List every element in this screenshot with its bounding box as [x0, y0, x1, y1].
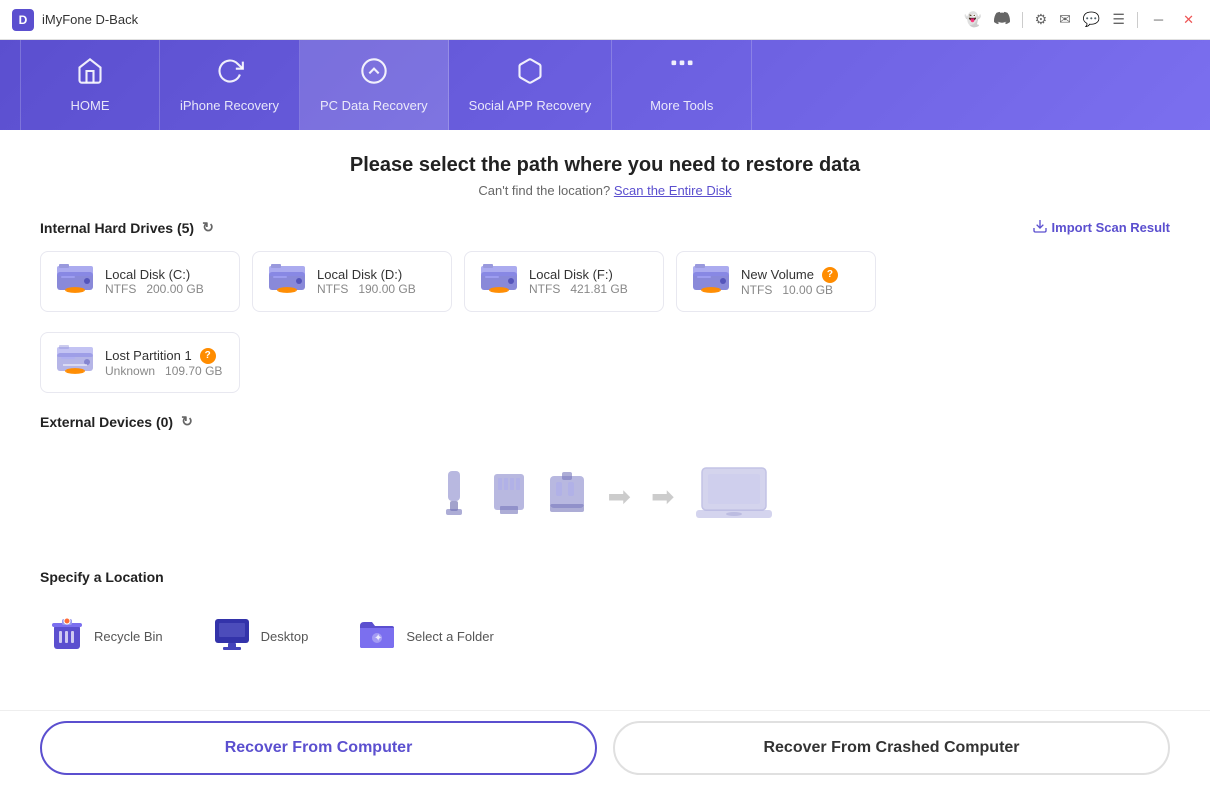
lost-partition-icon-wrap	[55, 343, 95, 382]
drive-lost-partition[interactable]: Lost Partition 1 ? Unknown 109.70 GB	[40, 332, 240, 393]
drive-new-volume[interactable]: New Volume ? NTFS 10.00 GB	[676, 251, 876, 312]
ghost-icon[interactable]: 👻	[964, 11, 981, 28]
drive-d-name: Local Disk (D:)	[317, 267, 416, 282]
recycle-bin-item[interactable]: Recycle Bin	[40, 609, 173, 664]
internal-drives-label: Internal Hard Drives (5)	[40, 220, 194, 236]
nav-social-label: Social APP Recovery	[469, 98, 592, 113]
lost-partition-details: Unknown 109.70 GB	[105, 364, 222, 378]
usb-icon	[436, 469, 472, 524]
nav-iphone[interactable]: iPhone Recovery	[160, 40, 300, 130]
nav-pc-label: PC Data Recovery	[320, 98, 428, 113]
discord-icon[interactable]	[994, 10, 1010, 29]
scan-entire-disk-link[interactable]: Scan the Entire Disk	[614, 183, 732, 198]
drive-f-details: NTFS 421.81 GB	[529, 282, 628, 296]
drive-c-name: Local Disk (C:)	[105, 267, 204, 282]
drive-f-icon-wrap	[479, 262, 519, 301]
nav-home[interactable]: HOME	[20, 40, 160, 130]
location-section: Specify a Location Recycle Bin	[40, 569, 1170, 674]
minimize-button[interactable]: ─	[1150, 10, 1167, 29]
navbar: HOME iPhone Recovery PC Data Recovery So…	[0, 40, 1210, 130]
import-scan-button[interactable]: Import Scan Result	[1032, 218, 1170, 237]
drive-nv-details: NTFS 10.00 GB	[741, 283, 838, 297]
iphone-nav-icon	[216, 57, 244, 92]
location-label: Specify a Location	[40, 569, 164, 585]
import-scan-label: Import Scan Result	[1052, 220, 1170, 235]
location-header: Specify a Location	[40, 569, 1170, 585]
recycle-bin-icon	[50, 615, 84, 658]
page-subtitle: Can't find the location? Scan the Entire…	[40, 183, 1170, 198]
svg-text:✦: ✦	[374, 633, 382, 644]
drive-c-icon-wrap	[55, 262, 95, 301]
external-devices-header: External Devices (0) ↻	[40, 413, 1170, 430]
recycle-bin-label: Recycle Bin	[94, 629, 163, 644]
menu-icon[interactable]: ☰	[1112, 11, 1125, 28]
external-devices-section: External Devices (0) ↻	[40, 413, 1170, 549]
usb-drive-icon	[546, 470, 588, 523]
titlebar-separator2	[1137, 12, 1138, 28]
drive-nv-info: New Volume ? NTFS 10.00 GB	[741, 267, 838, 297]
location-grid: Recycle Bin Desktop	[40, 599, 1170, 674]
drive-c-details: NTFS 200.00 GB	[105, 282, 204, 296]
drives-grid: Local Disk (C:) NTFS 200.00 GB Local Dis…	[40, 251, 1170, 312]
drive-f[interactable]: Local Disk (F:) NTFS 421.81 GB	[464, 251, 664, 312]
drive-c[interactable]: Local Disk (C:) NTFS 200.00 GB	[40, 251, 240, 312]
desktop-item[interactable]: Desktop	[203, 611, 319, 662]
empty-external-area: ➡ ➡	[40, 444, 1170, 549]
refresh-internal-icon[interactable]: ↻	[202, 219, 214, 236]
nav-pc[interactable]: PC Data Recovery	[300, 40, 449, 130]
select-folder-label: Select a Folder	[406, 629, 493, 644]
lost-partition-info: Lost Partition 1 ? Unknown 109.70 GB	[105, 348, 222, 378]
nav-social[interactable]: Social APP Recovery	[449, 40, 613, 130]
nav-home-label: HOME	[71, 98, 110, 113]
arrow-icon-1: ➡	[608, 480, 631, 513]
drive-f-info: Local Disk (F:) NTFS 421.81 GB	[529, 267, 628, 296]
titlebar-controls: 👻 ⚙ ✉ 💬 ☰ ─ ✕	[964, 10, 1198, 30]
recover-crashed-button[interactable]: Recover From Crashed Computer	[613, 721, 1170, 775]
mail-icon[interactable]: ✉	[1059, 11, 1071, 28]
refresh-external-icon[interactable]: ↻	[181, 413, 193, 430]
pc-nav-icon	[360, 57, 388, 92]
drive-c-info: Local Disk (C:) NTFS 200.00 GB	[105, 267, 204, 296]
nav-more-label: More Tools	[650, 98, 713, 113]
laptop-icon	[694, 464, 774, 529]
nav-iphone-label: iPhone Recovery	[180, 98, 279, 113]
folder-icon: ✦	[358, 618, 396, 655]
drive-f-name: Local Disk (F:)	[529, 267, 628, 282]
titlebar-separator	[1022, 12, 1023, 28]
internal-drives-header: Internal Hard Drives (5) ↻ Import Scan R…	[40, 218, 1170, 237]
arrow-icon-2: ➡	[651, 480, 674, 513]
drive-nv-name: New Volume ?	[741, 267, 838, 283]
settings-icon[interactable]: ⚙	[1035, 11, 1048, 28]
titlebar: D iMyFone D-Back 👻 ⚙ ✉ 💬 ☰ ─ ✕	[0, 0, 1210, 40]
social-nav-icon	[516, 57, 544, 92]
lost-partition-help-icon: ?	[200, 348, 216, 364]
bottom-bar: Recover From Computer Recover From Crash…	[0, 710, 1210, 789]
app-title: iMyFone D-Back	[42, 12, 138, 27]
main-content: Please select the path where you need to…	[0, 130, 1210, 710]
page-title: Please select the path where you need to…	[40, 154, 1170, 177]
desktop-icon	[213, 617, 251, 656]
drive-d-details: NTFS 190.00 GB	[317, 282, 416, 296]
drive-d-info: Local Disk (D:) NTFS 190.00 GB	[317, 267, 416, 296]
drive-d-icon-wrap	[267, 262, 307, 301]
select-folder-item[interactable]: ✦ Select a Folder	[348, 612, 503, 661]
sd-card-icon	[492, 472, 526, 521]
lost-partition-row: Lost Partition 1 ? Unknown 109.70 GB	[40, 332, 1170, 393]
recover-computer-button[interactable]: Recover From Computer	[40, 721, 597, 775]
app-logo: D	[12, 9, 34, 31]
desktop-label: Desktop	[261, 629, 309, 644]
new-volume-help-icon: ?	[822, 267, 838, 283]
more-nav-icon	[668, 57, 696, 92]
nav-more[interactable]: More Tools	[612, 40, 752, 130]
external-devices-label: External Devices (0)	[40, 414, 173, 430]
chat-icon[interactable]: 💬	[1083, 11, 1100, 28]
drive-d[interactable]: Local Disk (D:) NTFS 190.00 GB	[252, 251, 452, 312]
home-nav-icon	[76, 57, 104, 92]
close-button[interactable]: ✕	[1179, 10, 1198, 30]
import-icon	[1032, 218, 1048, 237]
lost-partition-name: Lost Partition 1 ?	[105, 348, 222, 364]
drive-nv-icon-wrap	[691, 262, 731, 301]
